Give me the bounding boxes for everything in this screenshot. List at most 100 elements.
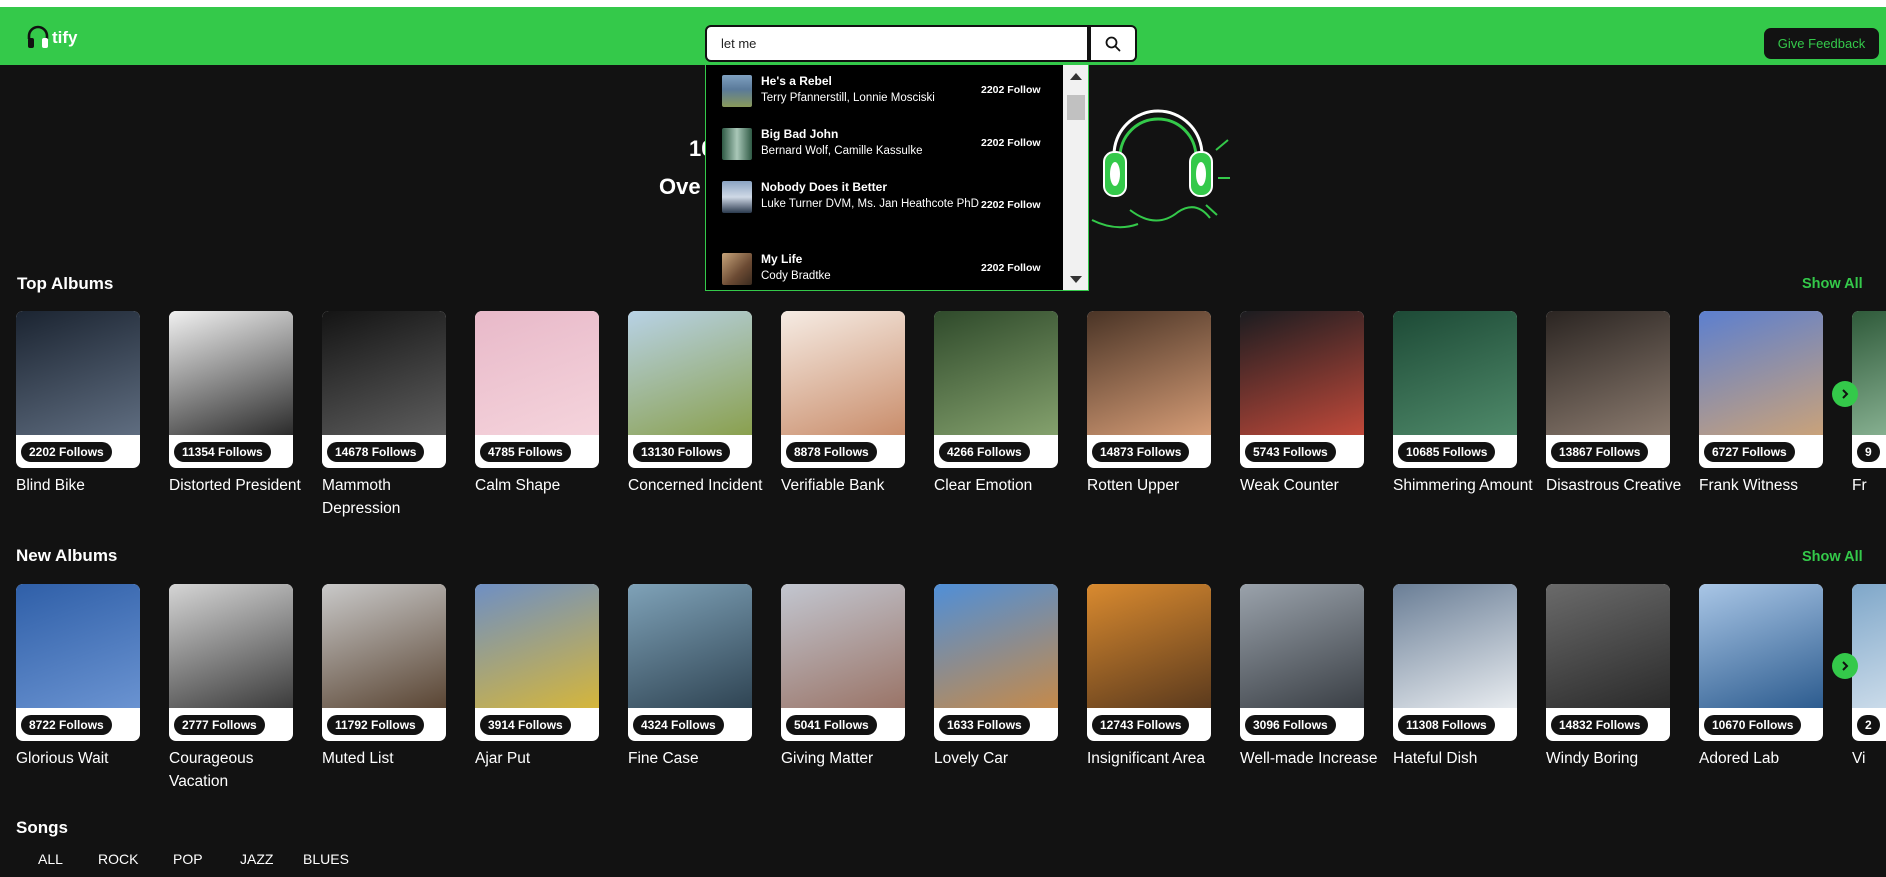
scrollbar-thumb[interactable] (1067, 95, 1085, 120)
follows-badge: 6727 Follows (1704, 442, 1795, 462)
album-card[interactable]: 2777 Follows (169, 584, 293, 741)
album-cover (16, 311, 140, 435)
album-name[interactable]: Clear Emotion (934, 474, 1074, 497)
album-card[interactable]: 8878 Follows (781, 311, 905, 468)
album-card[interactable]: 11308 Follows (1393, 584, 1517, 741)
album-card[interactable]: 4324 Follows (628, 584, 752, 741)
album-name[interactable]: Blind Bike (16, 474, 156, 497)
album-name[interactable]: Glorious Wait (16, 747, 156, 770)
album-card[interactable]: 14832 Follows (1546, 584, 1670, 741)
new-albums-next-button[interactable] (1832, 653, 1858, 679)
suggestion-artist: Bernard Wolf, Camille Kassulke (761, 145, 923, 157)
album-name[interactable]: Windy Boring (1546, 747, 1686, 770)
album-name[interactable]: Lovely Car (934, 747, 1074, 770)
tab-all[interactable]: ALL (38, 851, 63, 867)
suggestion-follows: 2202 Follow (981, 137, 1041, 149)
album-card[interactable]: 2202 Follows (16, 311, 140, 468)
follows-badge: 8722 Follows (21, 715, 112, 735)
album-card[interactable]: 11354 Follows (169, 311, 293, 468)
album-name[interactable]: Fr (1852, 474, 1886, 497)
album-cover (1240, 311, 1364, 435)
album-card[interactable]: 4785 Follows (475, 311, 599, 468)
album-name[interactable]: Distorted President (169, 474, 309, 497)
tab-blues[interactable]: BLUES (303, 851, 349, 867)
follows-badge: 9 (1857, 442, 1880, 462)
album-card[interactable]: 10670 Follows (1699, 584, 1823, 741)
top-albums-next-button[interactable] (1832, 381, 1858, 407)
follows-badge: 11792 Follows (327, 715, 424, 735)
album-card[interactable]: 8722 Follows (16, 584, 140, 741)
follows-badge: 12743 Follows (1092, 715, 1190, 735)
suggestion-thumbnail (722, 75, 752, 107)
search-input[interactable] (707, 27, 1087, 60)
album-cover (475, 311, 599, 435)
tab-pop[interactable]: POP (173, 851, 203, 867)
album-cover (1240, 584, 1364, 708)
top-albums-show-all[interactable]: Show All (1802, 276, 1863, 292)
search-suggestions-dropdown: He's a Rebel Terry Pfannerstill, Lonnie … (705, 64, 1089, 291)
tab-rock[interactable]: ROCK (98, 851, 138, 867)
album-cover (169, 584, 293, 708)
album-cover (1546, 311, 1670, 435)
follows-badge: 14873 Follows (1092, 442, 1190, 462)
dropdown-scrollbar[interactable] (1063, 65, 1088, 290)
album-name[interactable]: Mammoth Depression (322, 474, 462, 520)
album-name[interactable]: Rotten Upper (1087, 474, 1227, 497)
give-feedback-button[interactable]: Give Feedback (1764, 28, 1879, 59)
search-button[interactable] (1089, 25, 1137, 62)
follows-badge: 2777 Follows (174, 715, 265, 735)
album-card[interactable]: 14873 Follows (1087, 311, 1211, 468)
new-albums-show-all[interactable]: Show All (1802, 549, 1863, 565)
album-card[interactable]: 3914 Follows (475, 584, 599, 741)
logo[interactable]: tify (26, 23, 78, 53)
album-card[interactable]: 11792 Follows (322, 584, 446, 741)
album-card[interactable]: 4266 Follows (934, 311, 1058, 468)
suggestion-artist: Terry Pfannerstill, Lonnie Mosciski (761, 92, 935, 104)
album-card[interactable]: 12743 Follows (1087, 584, 1211, 741)
album-name[interactable]: Vi (1852, 747, 1886, 770)
album-cover (1852, 584, 1886, 708)
album-name[interactable]: Hateful Dish (1393, 747, 1533, 770)
album-cover (1852, 311, 1886, 435)
album-name[interactable]: Adored Lab (1699, 747, 1839, 770)
album-name[interactable]: Fine Case (628, 747, 768, 770)
album-card[interactable]: 6727 Follows (1699, 311, 1823, 468)
album-card[interactable]: 14678 Follows (322, 311, 446, 468)
follows-badge: 4324 Follows (633, 715, 724, 735)
follows-badge: 2202 Follows (21, 442, 112, 462)
album-name[interactable]: Verifiable Bank (781, 474, 921, 497)
album-card[interactable]: 5743 Follows (1240, 311, 1364, 468)
follows-badge: 4266 Follows (939, 442, 1030, 462)
album-name[interactable]: Well-made Increase (1240, 747, 1380, 770)
album-name[interactable]: Weak Counter (1240, 474, 1380, 497)
album-name[interactable]: Disastrous Creative (1546, 474, 1686, 497)
album-name[interactable]: Giving Matter (781, 747, 921, 770)
tab-jazz[interactable]: JAZZ (240, 851, 273, 867)
suggestion-thumbnail (722, 181, 752, 213)
album-card[interactable]: 10685 Follows (1393, 311, 1517, 468)
album-name[interactable]: Ajar Put (475, 747, 615, 770)
suggestion-follows: 2202 Follow (981, 84, 1041, 96)
album-name[interactable]: Calm Shape (475, 474, 615, 497)
follows-badge: 11354 Follows (174, 442, 271, 462)
album-card[interactable]: 13130 Follows (628, 311, 752, 468)
album-card[interactable]: 5041 Follows (781, 584, 905, 741)
follows-badge: 10670 Follows (1704, 715, 1802, 735)
album-cover (322, 584, 446, 708)
album-name[interactable]: Insignificant Area (1087, 747, 1227, 770)
album-name[interactable]: Shimmering Amount (1393, 474, 1533, 497)
suggestion-title: He's a Rebel (761, 74, 832, 88)
album-name[interactable]: Frank Witness (1699, 474, 1839, 497)
scroll-down-icon[interactable] (1070, 276, 1082, 283)
suggestion-artist: Cody Bradtke (761, 270, 831, 282)
scroll-up-icon[interactable] (1070, 73, 1082, 80)
album-card[interactable]: 1633 Follows (934, 584, 1058, 741)
album-cover (1546, 584, 1670, 708)
suggestion-title: Big Bad John (761, 127, 839, 141)
album-card[interactable]: 13867 Follows (1546, 311, 1670, 468)
album-name[interactable]: Muted List (322, 747, 462, 770)
album-name[interactable]: Concerned Incident (628, 474, 768, 497)
album-name[interactable]: Courageous Vacation (169, 747, 309, 793)
album-card[interactable]: 3096 Follows (1240, 584, 1364, 741)
logo-text: tify (52, 28, 78, 47)
